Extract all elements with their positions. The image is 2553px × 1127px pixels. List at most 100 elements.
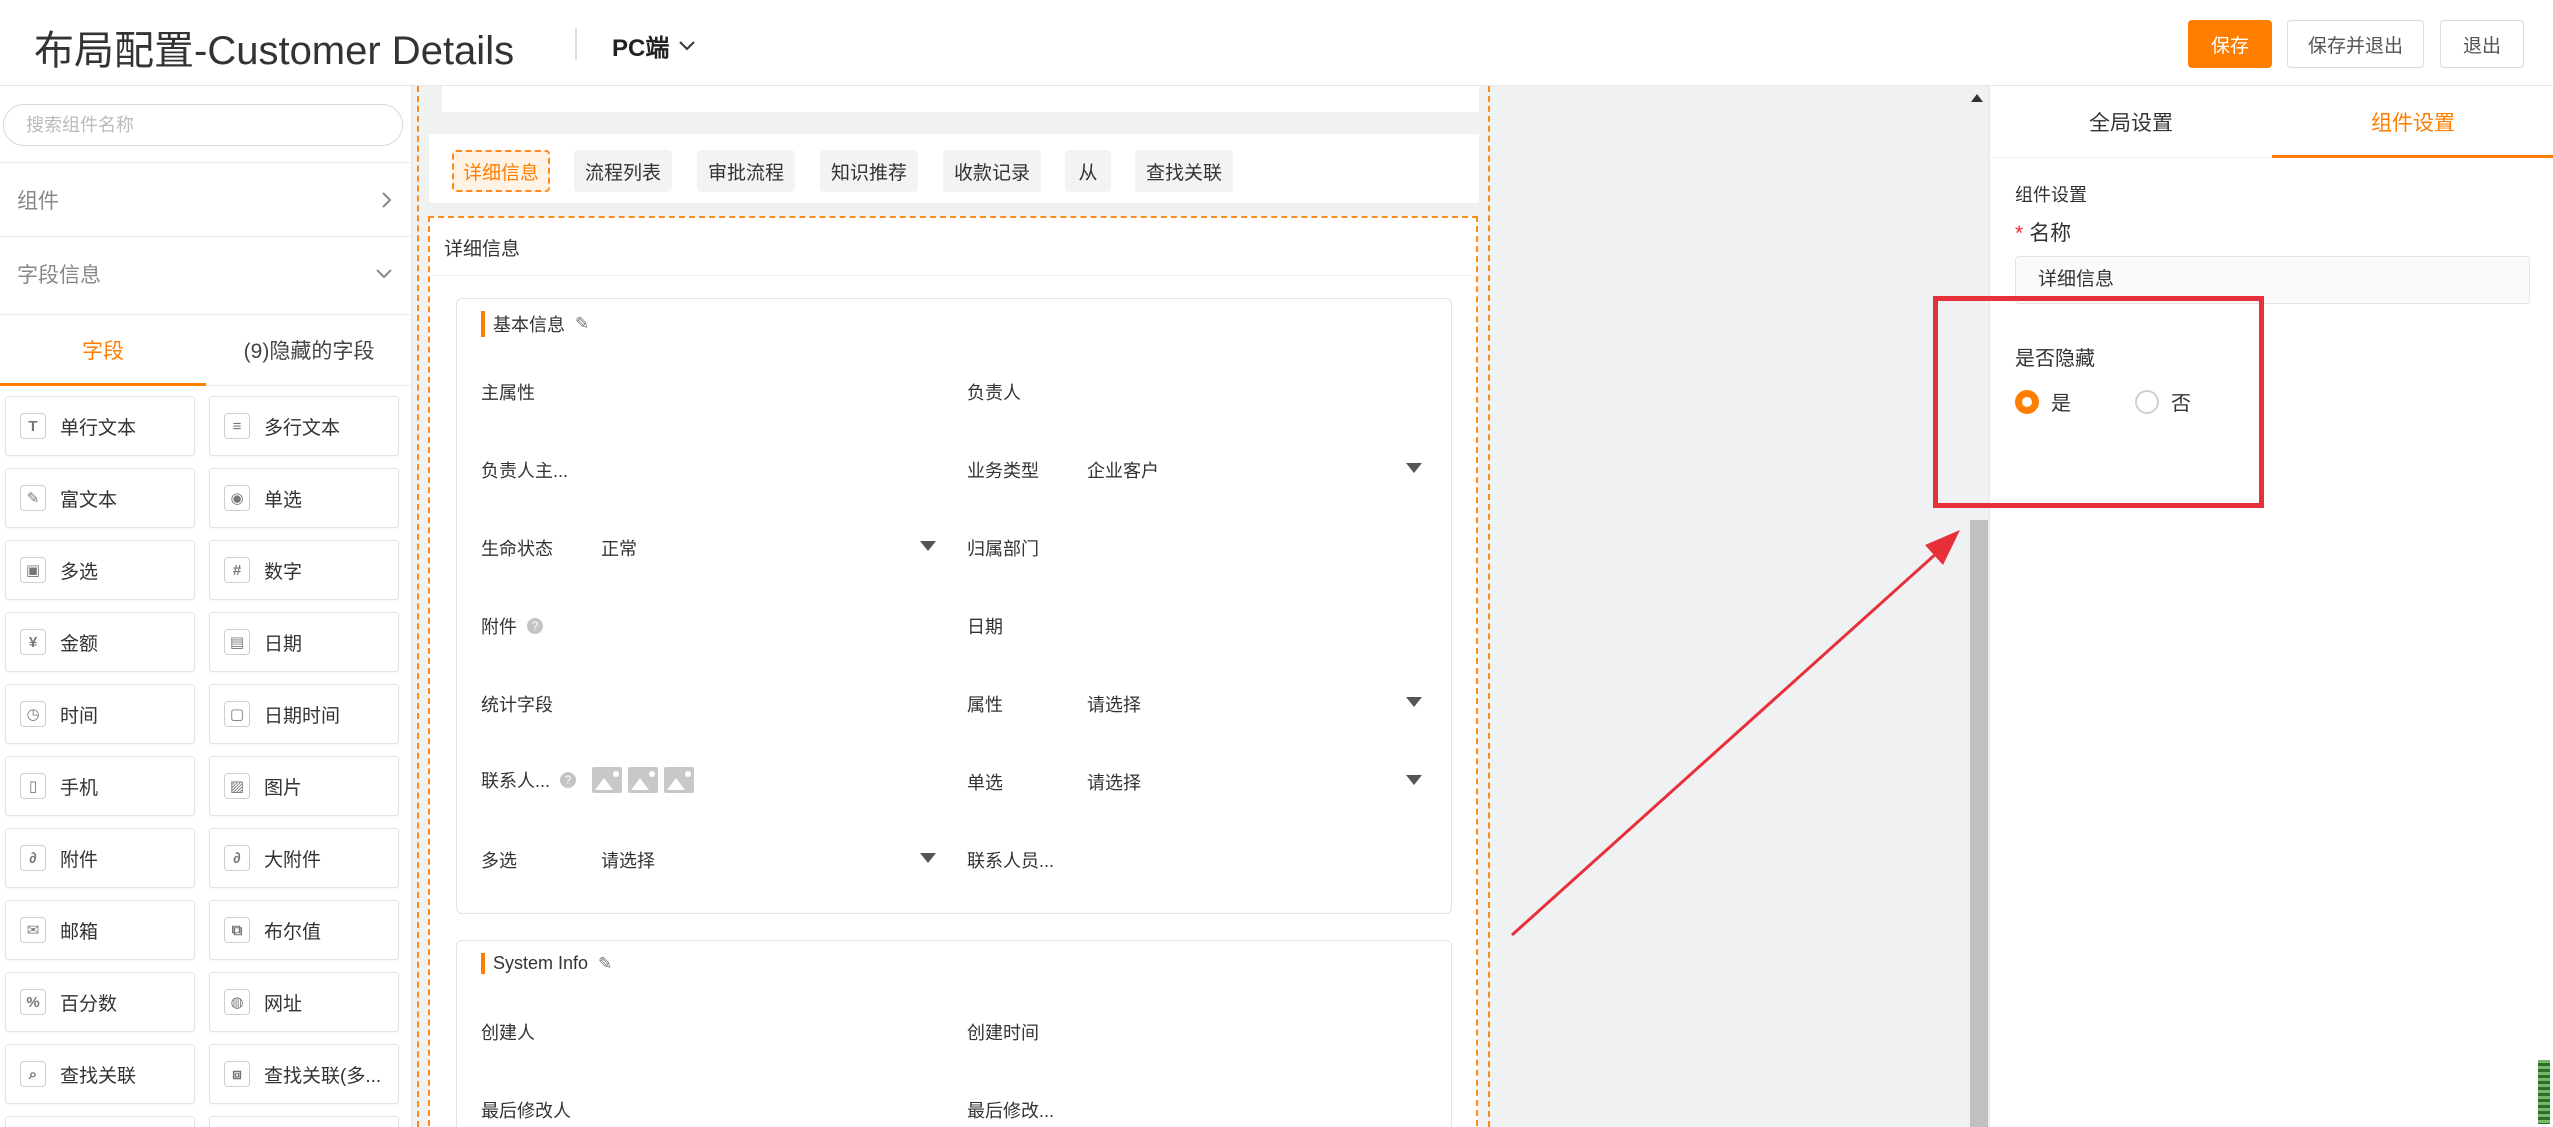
field-item[interactable]: ◍ 网址 [209,972,399,1032]
field-item[interactable] [5,1116,195,1127]
components-section[interactable]: 组件 [0,162,411,236]
field-item-label: 查找关联 [60,1065,137,1087]
divider [430,275,1476,276]
title-divider [575,28,577,60]
business-type-select[interactable]: 企业客户 [1087,457,1159,483]
field-item[interactable]: # 数字 [209,540,399,600]
field-item[interactable]: ⌕ 查找关联 [5,1044,195,1104]
field-label: 最后修改人 [481,1101,571,1121]
dropdown-caret-icon [920,853,936,863]
field-label: 单选 [967,773,1003,793]
tab-lookup[interactable]: 查找关联 [1135,150,1233,192]
name-field-label: * 名称 [2015,217,2071,247]
field-item-label: 大附件 [264,849,322,871]
field-item-label: 单选 [264,489,303,511]
field-item[interactable]: ✉ 邮箱 [5,900,195,960]
field-item-label: 单行文本 [60,417,137,439]
field-item[interactable]: ▢ 日期时间 [209,684,399,744]
tab-payment-records[interactable]: 收款记录 [943,150,1041,192]
image-placeholder-icon [592,767,623,793]
tab-global-settings[interactable]: 全局设置 [1990,86,2272,157]
tab-hidden-fields[interactable]: (9)隐藏的字段 [206,315,411,385]
attribute-select[interactable]: 请选择 [1087,691,1141,717]
dropdown-caret-icon [1406,463,1422,473]
attachment-icon: ∂ [20,845,46,871]
field-label: 创建时间 [967,1023,1039,1043]
name-label-text: 名称 [2029,222,2072,245]
field-label: 统计字段 [481,695,553,715]
header-component[interactable] [442,86,1479,112]
basic-info-group[interactable]: 基本信息 ✎ 主属性 负责人 负责人主... 业务类型 企业客户 生命状态 正常… [456,298,1452,914]
save-button[interactable]: 保存 [2188,20,2272,68]
boolean-icon: ⧉ [224,917,250,943]
help-icon[interactable]: ? [527,618,543,634]
field-item[interactable]: ◷ 时间 [5,684,195,744]
tab-sub[interactable]: 从 [1065,150,1111,192]
multiline-icon: ≡ [224,413,250,439]
platform-select[interactable]: PC端 [612,28,696,63]
layout-canvas: 详细信息 流程列表 审批流程 知识推荐 收款记录 从 查找关联 详细信息 基本信… [412,86,1492,1127]
field-label: 联系人... ? [481,767,695,793]
required-marker: * [2015,222,2024,245]
field-item[interactable]: ∂ 附件 [5,828,195,888]
field-info-section[interactable]: 字段信息 [0,236,411,310]
scroll-up-icon[interactable] [1971,94,1983,102]
field-item[interactable]: T 单行文本 [5,396,195,456]
edit-icon[interactable]: ✎ [575,314,589,334]
field-item[interactable]: ∂ 大附件 [209,828,399,888]
field-item-label: 查找关联(多... [264,1065,382,1087]
field-label: 多选 [481,851,517,871]
field-label: 附件 ? [481,613,543,639]
annotation-highlight-box [1933,296,2264,508]
search-input[interactable]: 搜索组件名称 [3,104,403,146]
tab-component-settings[interactable]: 组件设置 [2272,86,2553,158]
attachment-label: 附件 [481,617,517,637]
field-item[interactable]: ¥ 金额 [5,612,195,672]
tab-approval-flow[interactable]: 审批流程 [697,150,795,192]
save-and-exit-button[interactable]: 保存并退出 [2287,20,2424,68]
edit-icon[interactable]: ✎ [598,954,612,974]
system-info-group[interactable]: System Info ✎ 创建人 创建时间 最后修改人 最后修改... [456,940,1452,1127]
field-item-label: 邮箱 [60,921,99,943]
field-item[interactable]: ▤ 日期 [209,612,399,672]
exit-button[interactable]: 退出 [2440,20,2524,68]
multi-select[interactable]: 请选择 [601,847,655,873]
field-item[interactable] [209,1116,399,1127]
tab-process-list[interactable]: 流程列表 [574,150,672,192]
field-item[interactable]: ▨ 图片 [209,756,399,816]
field-item-label: 布尔值 [264,921,322,943]
field-item[interactable]: ≡ 多行文本 [209,396,399,456]
field-item[interactable]: ✎ 富文本 [5,468,195,528]
image-placeholder-icon [628,767,659,793]
help-icon[interactable]: ? [560,772,577,788]
canvas-drop-border-right [1488,86,1490,1127]
scrollbar[interactable] [1970,520,1988,1127]
component-tabbar: 详细信息 流程列表 审批流程 知识推荐 收款记录 从 查找关联 [429,134,1479,204]
single-select[interactable]: 请选择 [1087,769,1141,795]
field-item-label: 时间 [60,705,99,727]
field-item[interactable]: ⧉ 布尔值 [209,900,399,960]
top-header: 布局配置-Customer Details PC端 保存 保存并退出 退出 [0,0,2553,86]
field-item-label: 数字 [264,561,303,583]
platform-label: PC端 [612,35,670,62]
life-status-select[interactable]: 正常 [601,535,637,561]
field-item[interactable]: ◉ 单选 [209,468,399,528]
field-tabs: 字段 (9)隐藏的字段 [0,314,411,386]
group-title-label: System Info [493,953,589,973]
field-item[interactable]: % 百分数 [5,972,195,1032]
field-item[interactable]: ▯ 手机 [5,756,195,816]
field-item[interactable]: ⧈ 查找关联(多... [209,1044,399,1104]
dropdown-caret-icon [920,541,936,551]
detail-info-component[interactable]: 详细信息 基本信息 ✎ 主属性 负责人 负责人主... 业务类型 企业客户 生命… [428,216,1478,1127]
currency-icon: ¥ [20,629,46,655]
resize-grip-icon[interactable] [2538,1060,2550,1124]
globe-icon: ◍ [224,989,250,1015]
field-label: 创建人 [481,1023,535,1043]
tab-detail-info[interactable]: 详细信息 [452,150,550,192]
tab-fields[interactable]: 字段 [0,315,206,386]
field-item[interactable]: ▣ 多选 [5,540,195,600]
field-label: 联系人员... [967,851,1055,871]
settings-panel: 全局设置 组件设置 组件设置 * 名称 详细信息 是否隐藏 是 否 [1989,86,2553,1127]
tab-knowledge[interactable]: 知识推荐 [820,150,918,192]
contact-label: 联系人... [481,771,551,791]
